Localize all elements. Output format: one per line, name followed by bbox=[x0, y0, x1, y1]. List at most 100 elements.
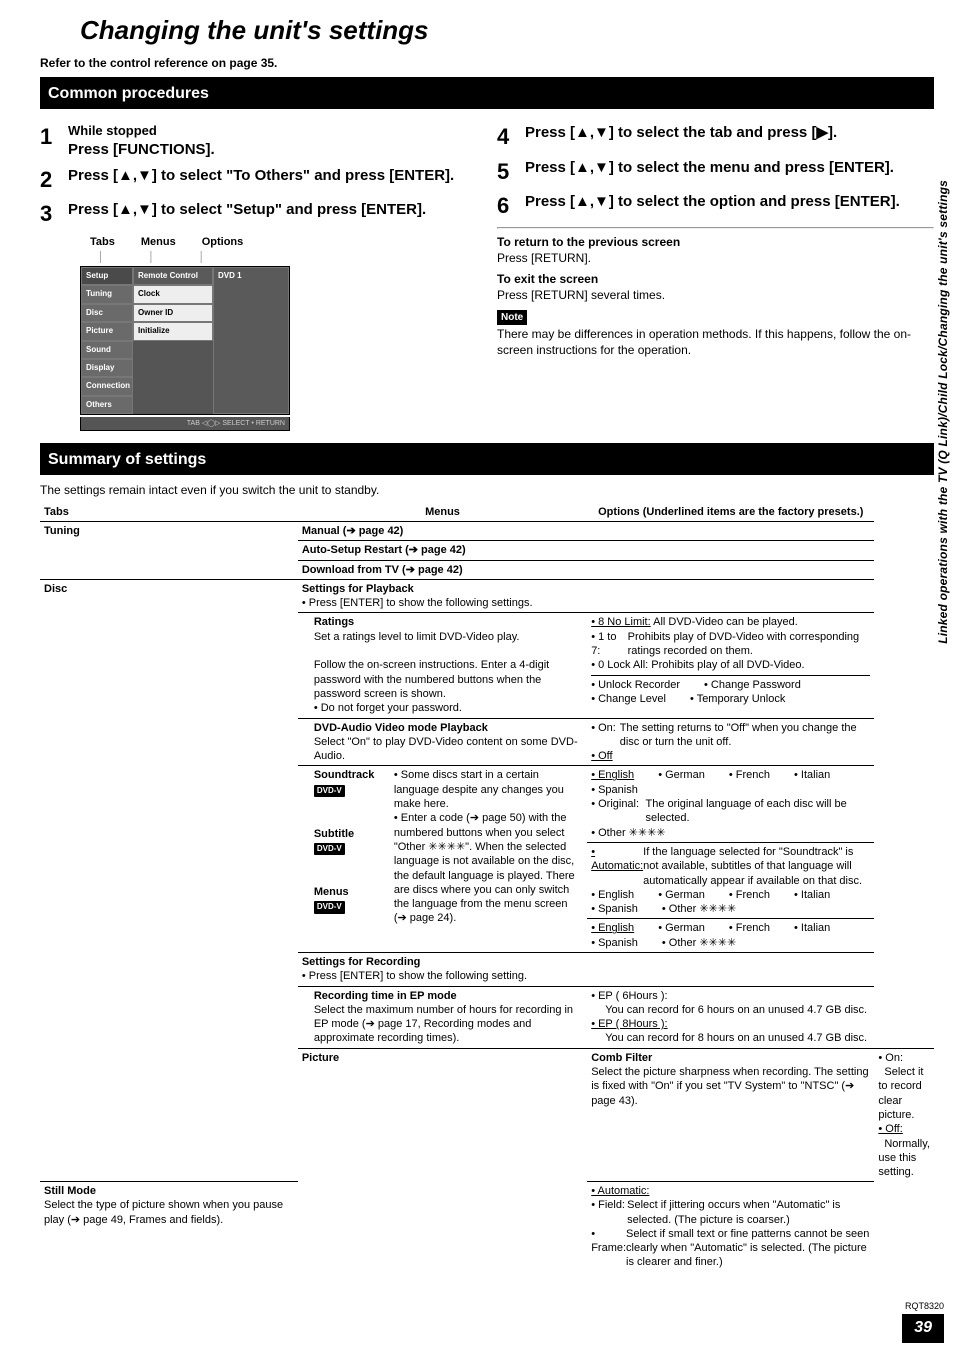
comb-off-label: • Off: bbox=[878, 1123, 902, 1135]
th-options: Options (Underlined items are the factor… bbox=[587, 503, 874, 522]
still-field-label: • Field: bbox=[591, 1198, 627, 1227]
step-num: 5 bbox=[497, 158, 525, 187]
dvd-v-tag: DVD-V bbox=[314, 785, 345, 797]
orig-text: The original language of each disc will … bbox=[646, 797, 871, 826]
ep-desc: Select the maximum number of hours for r… bbox=[314, 1004, 573, 1045]
dg-tab: Others bbox=[81, 396, 133, 414]
step-act: Press [FUNCTIONS]. bbox=[68, 140, 477, 160]
lang-opt: • French bbox=[729, 888, 770, 902]
comb-off-text: Normally, use this setting. bbox=[878, 1138, 930, 1179]
step-num: 4 bbox=[497, 123, 525, 152]
dvdaudio-on-text: The setting returns to "Off" when you ch… bbox=[620, 721, 871, 750]
footer-code: RQT8320 bbox=[902, 1301, 944, 1313]
step-num: 1 bbox=[40, 123, 68, 152]
comb-desc: Select the picture sharpness when record… bbox=[591, 1066, 868, 1107]
lang-opt: • Spanish bbox=[591, 784, 638, 796]
steps-right: 4 Press [▲,▼] to select the tab and pres… bbox=[497, 117, 934, 439]
diagram-label-tabs: Tabs bbox=[90, 235, 115, 249]
dg-tab: Picture bbox=[81, 322, 133, 340]
page-number: 39 bbox=[902, 1314, 944, 1343]
dvd-v-tag: DVD-V bbox=[314, 901, 345, 913]
section-summary: Summary of settings bbox=[40, 443, 934, 475]
soundtrack-title: Soundtrack bbox=[314, 769, 375, 781]
still-frame-label: • Frame: bbox=[591, 1227, 626, 1270]
shared-desc-2: • Enter a code (➔ page 50) with the numb… bbox=[394, 812, 575, 924]
step-act: Press [▲,▼] to select "Setup" and press … bbox=[68, 200, 477, 220]
lang-opt: • French bbox=[729, 921, 770, 935]
ratings-desc1: Set a ratings level to limit DVD-Video p… bbox=[314, 631, 520, 643]
dvd-v-tag: DVD-V bbox=[314, 843, 345, 855]
menus-title: Menus bbox=[314, 886, 349, 898]
dvdaudio-title: DVD-Audio Video mode Playback bbox=[314, 722, 488, 734]
dg-menu: Owner ID bbox=[133, 304, 213, 322]
settings-table: Tabs Menus Options (Underlined items are… bbox=[40, 503, 934, 1272]
step-act: Press [▲,▼] to select the tab and press … bbox=[525, 123, 934, 143]
recording-note: • Press [ENTER] to show the following se… bbox=[302, 970, 527, 982]
ratings-title: Ratings bbox=[314, 616, 354, 628]
lang-opt: • German bbox=[658, 888, 705, 902]
recording-header: Settings for Recording bbox=[302, 956, 421, 968]
lang-opt: • French bbox=[729, 768, 770, 782]
still-desc: Select the type of picture shown when yo… bbox=[44, 1199, 283, 1225]
tab-tuning: Tuning bbox=[40, 521, 298, 579]
ratings-desc2: Follow the on-screen instructions. Enter… bbox=[314, 659, 549, 700]
lang-opt: • German bbox=[658, 768, 705, 782]
ratings-desc3: • Do not forget your password. bbox=[314, 702, 462, 714]
tuning-manual: Manual (➔ page 42) bbox=[298, 521, 875, 540]
step-pre: While stopped bbox=[68, 123, 477, 140]
auto-label: • Automatic: bbox=[591, 845, 643, 888]
ratings-opt3-label: • 0 Lock All: bbox=[591, 659, 648, 671]
shared-desc-1: • Some discs start in a certain language… bbox=[394, 769, 564, 810]
tab-picture: Picture bbox=[298, 1048, 587, 1271]
ratings-subopt: • Change Password bbox=[704, 678, 801, 692]
tab-disc: Disc bbox=[40, 579, 298, 1181]
ratings-opt2-text: Prohibits play of DVD-Video with corresp… bbox=[628, 630, 871, 659]
ratings-opt1-text: All DVD-Video can be played. bbox=[653, 616, 798, 628]
steps-columns: 1 While stopped Press [FUNCTIONS]. 2 Pre… bbox=[40, 117, 934, 439]
dg-tab: Sound bbox=[81, 341, 133, 359]
tuning-autosetup: Auto-Setup Restart (➔ page 42) bbox=[298, 541, 875, 560]
setup-diagram: Tabs Menus Options │││ Setup Tuning Disc… bbox=[80, 235, 477, 430]
dg-tab: Setup bbox=[81, 267, 133, 285]
orig-label: • Original: bbox=[591, 797, 645, 826]
steps-left: 1 While stopped Press [FUNCTIONS]. 2 Pre… bbox=[40, 117, 477, 439]
step-act: Press [▲,▼] to select the menu and press… bbox=[525, 158, 934, 178]
other-opt: • Other ✳✳✳✳ bbox=[662, 902, 736, 916]
other-opt: • Other ✳✳✳✳ bbox=[662, 936, 736, 950]
th-menus: Menus bbox=[298, 503, 587, 522]
th-tabs: Tabs bbox=[40, 503, 298, 522]
ratings-opt2-label: • 1 to 7: bbox=[591, 630, 627, 659]
step-1: 1 While stopped Press [FUNCTIONS]. bbox=[40, 123, 477, 159]
dg-menu: Initialize bbox=[133, 322, 213, 340]
disc-playback-header: Settings for Playback bbox=[302, 583, 414, 595]
diagram-label-menus: Menus bbox=[141, 235, 176, 249]
return-title: To return to the previous screen bbox=[497, 235, 680, 249]
dg-menu: Clock bbox=[133, 285, 213, 303]
dg-menu: Remote Control bbox=[133, 267, 213, 285]
still-field-text: Select if jittering occurs when "Automat… bbox=[627, 1198, 870, 1227]
lang-opt: • Spanish bbox=[591, 902, 638, 916]
dg-tab: Tuning bbox=[81, 285, 133, 303]
ratings-subopt: • Temporary Unlock bbox=[690, 692, 785, 706]
exit-text: Press [RETURN] several times. bbox=[497, 288, 665, 302]
dg-option: DVD 1 bbox=[213, 267, 289, 414]
exit-block: To exit the screen Press [RETURN] severa… bbox=[497, 272, 934, 303]
lang-opt: • Spanish bbox=[591, 936, 638, 950]
step-num: 3 bbox=[40, 200, 68, 229]
ref-line: Refer to the control reference on page 3… bbox=[40, 56, 934, 72]
step-6: 6 Press [▲,▼] to select the option and p… bbox=[497, 192, 934, 221]
still-frame-text: Select if small text or fine patterns ca… bbox=[626, 1227, 870, 1270]
section-common-procedures: Common procedures bbox=[40, 77, 934, 109]
step-5: 5 Press [▲,▼] to select the menu and pre… bbox=[497, 158, 934, 187]
tuning-download: Download from TV (➔ page 42) bbox=[298, 560, 875, 579]
page-title: Changing the unit's settings bbox=[80, 14, 934, 48]
disc-playback-note: • Press [ENTER] to show the following se… bbox=[302, 597, 533, 609]
footer: RQT8320 39 bbox=[902, 1301, 944, 1343]
note-tag: Note bbox=[497, 310, 527, 325]
step-num: 6 bbox=[497, 192, 525, 221]
ep-opt2-label: • EP ( 8Hours ): bbox=[591, 1018, 667, 1030]
comb-on-label: • On: bbox=[878, 1052, 903, 1064]
dvdaudio-desc: Select "On" to play DVD-Video content on… bbox=[314, 736, 578, 762]
lang-opt: • German bbox=[658, 921, 705, 935]
side-label: Linked operations with the TV (Q Link)/C… bbox=[936, 180, 952, 644]
